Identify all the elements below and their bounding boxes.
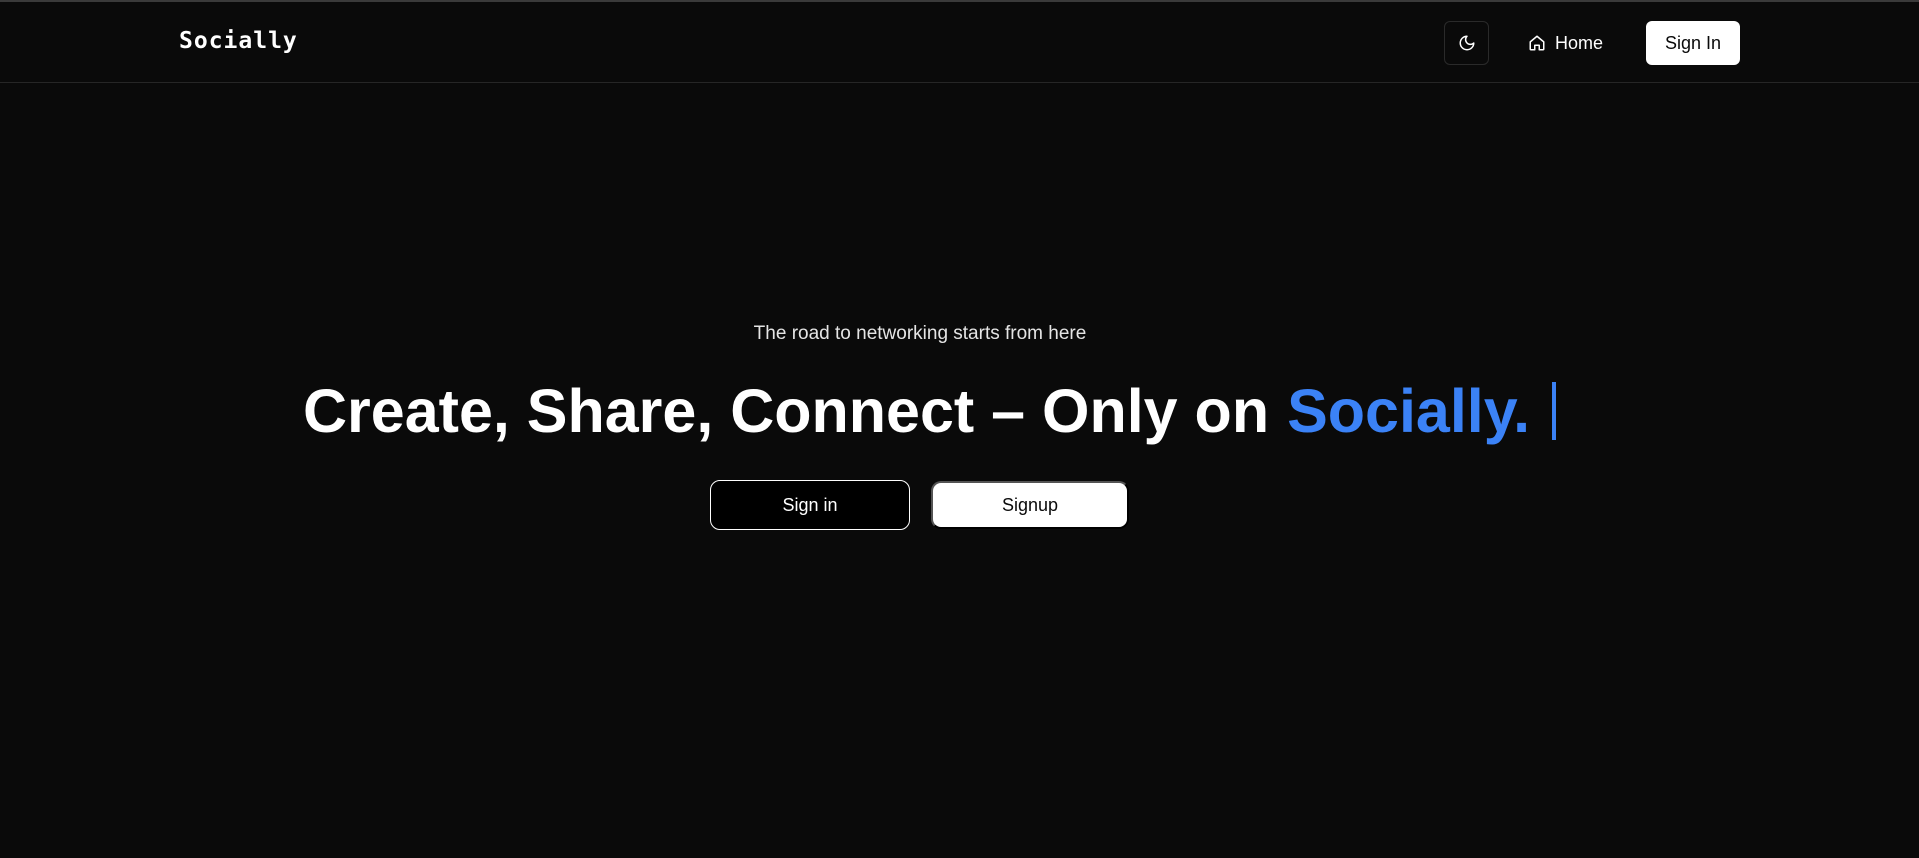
hero-headline: Create, Share, Connect – Only on Sociall… xyxy=(303,376,1557,446)
headline-text: Create, Share, Connect – Only on xyxy=(303,377,1270,445)
brand-logo[interactable]: Socially xyxy=(179,28,298,54)
theme-toggle-button[interactable] xyxy=(1444,21,1489,65)
home-link[interactable]: Home xyxy=(1528,21,1603,65)
navbar: Socially Home Sign In xyxy=(0,2,1919,83)
page: Socially Home Sign In The road to networ… xyxy=(0,0,1919,858)
header-sign-in-button[interactable]: Sign In xyxy=(1646,21,1740,65)
moon-icon xyxy=(1458,34,1476,52)
home-label: Home xyxy=(1555,32,1604,53)
home-icon xyxy=(1528,34,1546,52)
hero-signup-button[interactable]: Signup xyxy=(931,481,1129,529)
hero-tagline: The road to networking starts from here xyxy=(753,323,1087,344)
headline-accent: Socially. xyxy=(1287,377,1531,445)
hero-sign-in-button[interactable]: Sign in xyxy=(710,480,910,530)
typing-cursor xyxy=(1552,382,1557,440)
